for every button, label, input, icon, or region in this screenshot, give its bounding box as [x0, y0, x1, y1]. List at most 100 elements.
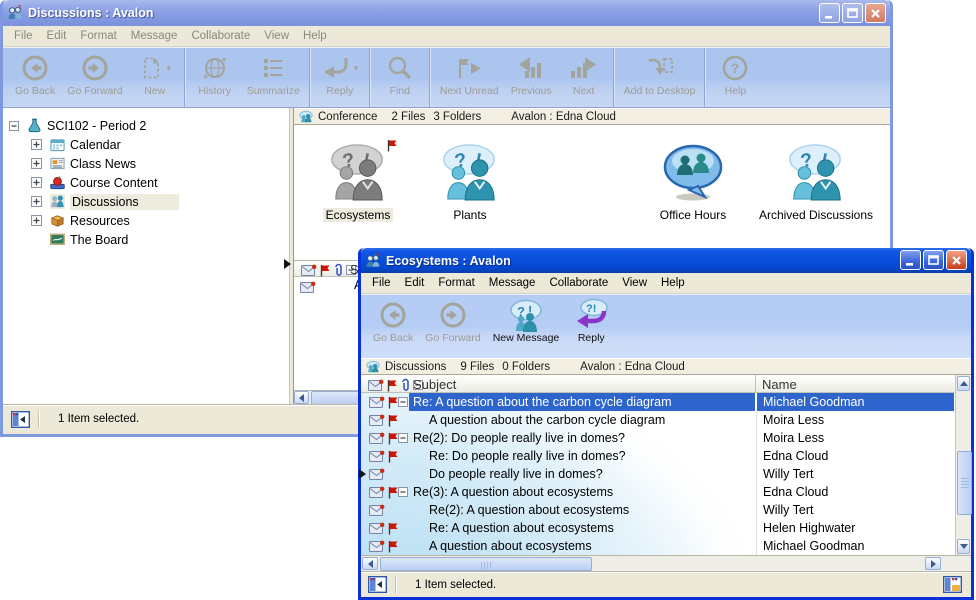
toolbar-history-button[interactable]: History	[189, 48, 241, 107]
toolbar-help-button[interactable]: ?Help	[709, 48, 761, 107]
tree-item-class-news[interactable]: Class News	[3, 154, 289, 173]
minimize-button[interactable]	[819, 3, 840, 23]
message-subject[interactable]: Do people really live in domes?	[409, 465, 755, 483]
message-row[interactable]: Do people really live in domes?Willy Ter…	[361, 465, 955, 483]
message-author[interactable]: Edna Cloud	[756, 447, 954, 465]
tree-item-the-board[interactable]: The Board	[3, 230, 289, 249]
scroll-left-button[interactable]	[362, 557, 378, 570]
message-author[interactable]: Edna Cloud	[756, 483, 954, 501]
toolbar-new-button[interactable]: ▾New	[129, 48, 181, 107]
dropdown-caret-icon[interactable]: ▾	[354, 64, 359, 73]
conference-item-office-hours[interactable]: Office Hours	[639, 143, 747, 224]
toolbar-new-message-button[interactable]: ?!New Message	[487, 295, 566, 358]
toolbar-add-to-desktop-button[interactable]: Add to Desktop	[618, 48, 702, 107]
toolbar-go-back-button[interactable]: Go Back	[367, 295, 419, 358]
scrollbar-thumb[interactable]	[957, 451, 972, 515]
expand-box-icon[interactable]	[31, 215, 42, 226]
menu-view[interactable]: View	[615, 277, 654, 289]
menu-edit[interactable]: Edit	[398, 277, 432, 289]
message-author[interactable]: Moira Less	[756, 429, 954, 447]
toolbar-go-forward-button[interactable]: Go Forward	[61, 48, 128, 107]
toggle-pane-icon[interactable]	[368, 576, 387, 593]
message-author[interactable]: Willy Tert	[756, 501, 954, 519]
message-row[interactable]: Re: A question about ecosystemsHelen Hig…	[361, 519, 955, 537]
scroll-up-button[interactable]	[957, 376, 970, 391]
menu-message[interactable]: Message	[482, 277, 543, 289]
message-subject[interactable]: Re(2): Do people really live in domes?	[409, 429, 755, 447]
message-subject[interactable]: Re: A question about the carbon cycle di…	[409, 393, 755, 411]
expand-box-icon[interactable]	[31, 196, 42, 207]
scroll-left-button[interactable]	[294, 391, 309, 404]
message-row[interactable]: A question about ecosystemsMichael Goodm…	[361, 537, 955, 555]
menu-format[interactable]: Format	[73, 30, 123, 42]
menu-format[interactable]: Format	[431, 277, 481, 289]
menu-help[interactable]: Help	[296, 30, 334, 42]
conference-item-archived-discussions[interactable]: ?!Archived Discussions	[746, 143, 886, 224]
toolbar-next-unread-button[interactable]: Next Unread	[434, 48, 505, 107]
message-author[interactable]: Moira Less	[756, 411, 954, 429]
expand-box-icon[interactable]	[31, 139, 42, 150]
message-row[interactable]: Re: A question about the carbon cycle di…	[361, 393, 955, 411]
vertical-scrollbar[interactable]	[955, 375, 971, 555]
maximize-button[interactable]	[842, 3, 863, 23]
message-author[interactable]: Michael Goodman	[756, 393, 954, 411]
expand-box-icon[interactable]	[31, 158, 42, 169]
toolbar-reply-button[interactable]: ▾Reply	[314, 48, 366, 107]
message-subject[interactable]: Re(3): A question about ecosystems	[409, 483, 755, 501]
menu-help[interactable]: Help	[654, 277, 692, 289]
conference-item-ecosystems[interactable]: ?!Ecosystems	[312, 143, 404, 224]
message-row[interactable]: Re(3): A question about ecosystemsEdna C…	[361, 483, 955, 501]
menu-collaborate[interactable]: Collaborate	[542, 277, 615, 289]
scroll-right-button[interactable]	[925, 557, 941, 570]
titlebar[interactable]: ? Discussions : Avalon	[3, 0, 890, 26]
toolbar-next-button[interactable]: Next	[558, 48, 610, 107]
horizontal-scrollbar[interactable]	[361, 555, 942, 571]
collapse-thread-icon[interactable]	[398, 487, 408, 497]
tree-item-course-content[interactable]: Course Content	[3, 173, 289, 192]
toolbar-summarize-button[interactable]: Summarize	[241, 48, 306, 107]
scrollbar-thumb[interactable]	[380, 557, 592, 571]
message-row[interactable]: Re(2): A question about ecosystemsWilly …	[361, 501, 955, 519]
subject-column-header[interactable]: Subject	[413, 377, 456, 392]
toolbar-reply-button[interactable]: ?!Reply	[565, 295, 617, 358]
tree-root-sci102[interactable]: SCI102 - Period 2	[3, 116, 289, 135]
message-subject[interactable]: Re(2): A question about ecosystems	[409, 501, 755, 519]
dropdown-caret-icon[interactable]: ▾	[166, 64, 171, 73]
close-button[interactable]	[865, 3, 886, 23]
message-subject[interactable]: Re: A question about ecosystems	[409, 519, 755, 537]
column-divider[interactable]	[755, 375, 756, 392]
collapse-thread-icon[interactable]	[398, 397, 408, 407]
message-row[interactable]: A question about the carbon cycle diagra…	[361, 411, 955, 429]
menu-message[interactable]: Message	[124, 30, 185, 42]
message-subject[interactable]: A question about ecosystems	[409, 537, 755, 555]
toolbar-go-back-button[interactable]: Go Back	[9, 48, 61, 107]
collapse-box-icon[interactable]	[9, 121, 19, 131]
message-author[interactable]: Willy Tert	[756, 465, 954, 483]
menu-file[interactable]: File	[7, 30, 40, 42]
message-author[interactable]: Michael Goodman	[756, 537, 954, 555]
message-subject[interactable]: Re: Do people really live in domes?	[409, 447, 755, 465]
tree-item-calendar[interactable]: Calendar	[3, 135, 289, 154]
toolbar-previous-button[interactable]: Previous	[505, 48, 558, 107]
titlebar[interactable]: ? Ecosystems : Avalon	[361, 248, 971, 273]
menu-collaborate[interactable]: Collaborate	[184, 30, 257, 42]
toolbar-find-button[interactable]: Find	[374, 48, 426, 107]
tree-item-resources[interactable]: Resources	[3, 211, 289, 230]
conference-item-plants[interactable]: ?!Plants	[424, 143, 516, 224]
toolbar-go-forward-button[interactable]: Go Forward	[419, 295, 486, 358]
tree-item-discussions[interactable]: Discussions	[3, 192, 289, 211]
maximize-button[interactable]	[923, 250, 944, 270]
expand-box-icon[interactable]	[31, 177, 42, 188]
close-button[interactable]	[946, 250, 967, 270]
scroll-down-button[interactable]	[957, 539, 970, 554]
collapse-thread-icon[interactable]	[398, 433, 408, 443]
message-row[interactable]: Re: Do people really live in domes?Edna …	[361, 447, 955, 465]
list-column-header[interactable]: Subject Name	[361, 375, 955, 393]
message-subject[interactable]: A question about the carbon cycle diagra…	[409, 411, 755, 429]
toggle-right-pane-icon[interactable]	[943, 576, 962, 593]
menu-file[interactable]: File	[365, 277, 398, 289]
name-column-header[interactable]: Name	[762, 377, 797, 392]
menu-view[interactable]: View	[257, 30, 296, 42]
menu-edit[interactable]: Edit	[40, 30, 74, 42]
message-author[interactable]: Helen Highwater	[756, 519, 954, 537]
